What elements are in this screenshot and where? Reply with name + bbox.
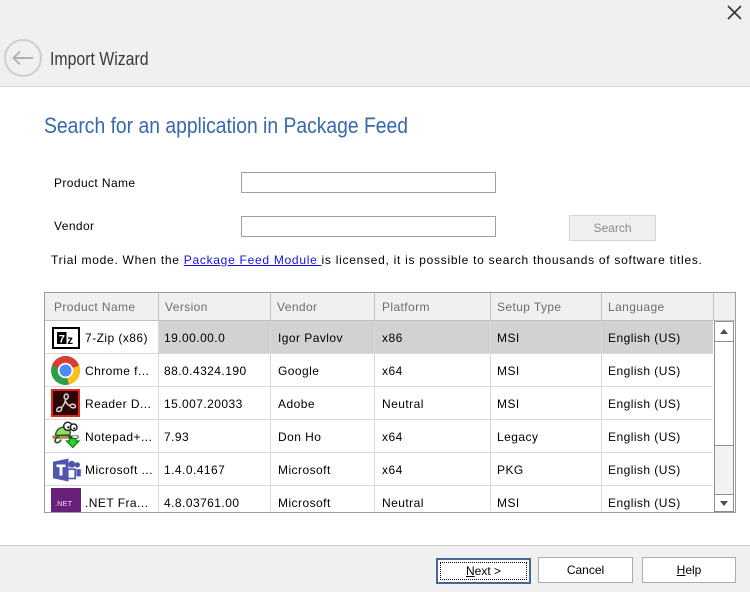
svg-text:z: z (67, 335, 73, 347)
svg-text:.NET: .NET (55, 499, 73, 508)
svg-text:7: 7 (59, 334, 65, 346)
